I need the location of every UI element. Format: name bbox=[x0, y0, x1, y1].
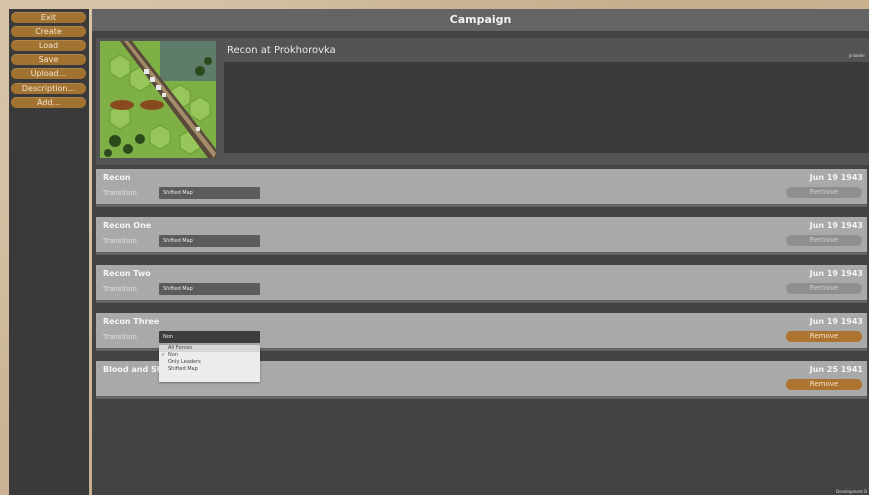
remove-button[interactable]: Remove bbox=[786, 379, 862, 390]
mission-date: Jun 19 1943 bbox=[809, 269, 863, 278]
page-title: Campaign bbox=[92, 9, 869, 31]
remove-button[interactable]: Remove bbox=[786, 283, 862, 294]
transition-select[interactable]: Shifted Map bbox=[159, 187, 260, 199]
exit-button[interactable]: Exit bbox=[11, 12, 86, 23]
transition-dropdown-list: All Forces ✓ Non Only Leaders Shifted Map bbox=[159, 345, 260, 382]
mission-name: Recon One bbox=[103, 221, 152, 230]
description-button[interactable]: Description... bbox=[11, 83, 86, 94]
mission-name: Recon bbox=[103, 173, 131, 182]
mission-name: Recon Three bbox=[103, 317, 160, 326]
dropdown-option[interactable]: Only Leaders bbox=[159, 359, 260, 366]
transition-select[interactable]: Shifted Map bbox=[159, 283, 260, 295]
mission-row: Recon Jun 19 1943 Transition Shifted Map… bbox=[96, 169, 867, 207]
create-button[interactable]: Create bbox=[11, 26, 86, 37]
transition-label: Transition bbox=[103, 285, 137, 293]
mission-date: Jun 19 1943 bbox=[809, 317, 863, 326]
campaign-header: Recon at Prokhorovka js-bader bbox=[96, 38, 869, 165]
mission-name: Blood and St bbox=[103, 365, 161, 374]
mission-row: Recon One Jun 19 1943 Transition Shifted… bbox=[96, 217, 867, 255]
mission-date: Jun 19 1943 bbox=[809, 221, 863, 230]
campaign-author: js-bader bbox=[848, 53, 865, 58]
dropdown-option[interactable]: Shifted Map bbox=[159, 366, 260, 373]
campaign-description-area bbox=[224, 62, 869, 153]
checkmark-icon: ✓ bbox=[161, 352, 166, 358]
campaign-panel: Campaign Recon at Prokhorovka js-bader R… bbox=[92, 9, 869, 495]
transition-label: Transition bbox=[103, 237, 137, 245]
campaign-name: Recon at Prokhorovka bbox=[227, 45, 336, 56]
footer-text: Development B bbox=[836, 489, 867, 494]
load-button[interactable]: Load bbox=[11, 40, 86, 51]
dropdown-option-selected[interactable]: ✓ Non bbox=[159, 352, 260, 359]
mission-date: Jun 25 1941 bbox=[809, 365, 863, 374]
save-button[interactable]: Save bbox=[11, 54, 86, 65]
transition-label: Transition bbox=[103, 333, 137, 341]
remove-button[interactable]: Remove bbox=[786, 331, 862, 342]
mission-date: Jun 19 1943 bbox=[809, 173, 863, 182]
transition-label: Transition bbox=[103, 189, 137, 197]
transition-select[interactable]: Shifted Map bbox=[159, 235, 260, 247]
campaign-map-thumbnail bbox=[100, 41, 216, 158]
mission-row: Recon Two Jun 19 1943 Transition Shifted… bbox=[96, 265, 867, 303]
remove-button[interactable]: Remove bbox=[786, 235, 862, 246]
upload-button[interactable]: Upload... bbox=[11, 68, 86, 79]
mission-name: Recon Two bbox=[103, 269, 151, 278]
transition-select[interactable]: Non bbox=[159, 331, 260, 343]
add-button[interactable]: Add... bbox=[11, 97, 86, 108]
side-menu: Exit Create Load Save Upload... Descript… bbox=[9, 9, 89, 495]
remove-button[interactable]: Remove bbox=[786, 187, 862, 198]
dropdown-option[interactable]: All Forces bbox=[159, 345, 260, 352]
